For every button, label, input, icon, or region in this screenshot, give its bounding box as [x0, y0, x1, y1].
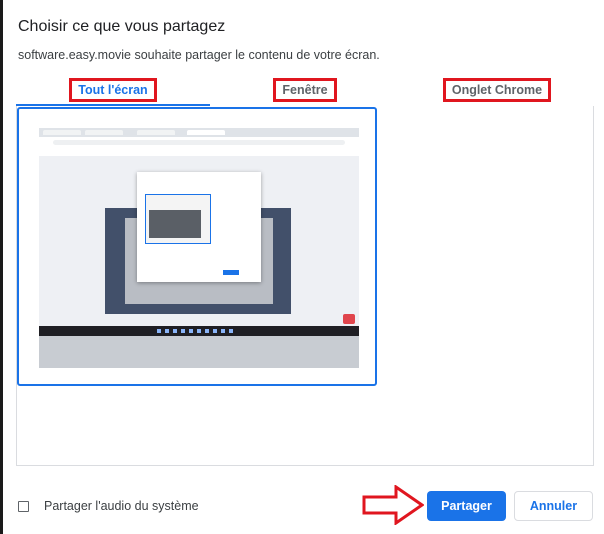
tab-window-label: Fenêtre — [273, 78, 337, 102]
red-arrow-icon — [362, 485, 424, 525]
share-audio-label: Partager l'audio du système — [44, 499, 199, 513]
entire-screen-option[interactable] — [17, 107, 377, 386]
share-button[interactable]: Partager — [427, 491, 506, 521]
window-edge — [0, 0, 3, 534]
share-tabs: Tout l'écran Fenêtre Onglet Chrome — [16, 78, 594, 105]
tab-entire-screen[interactable]: Tout l'écran — [16, 78, 210, 105]
tab-chrome-tab[interactable]: Onglet Chrome — [400, 78, 594, 105]
tab-entire-screen-label: Tout l'écran — [69, 78, 157, 102]
cancel-button[interactable]: Annuler — [514, 491, 593, 521]
tab-chrome-tab-label: Onglet Chrome — [442, 78, 552, 102]
screen-preview-thumbnail — [39, 128, 359, 368]
dialog-subtitle: software.easy.movie souhaite partager le… — [18, 48, 380, 62]
share-system-audio-row: Partager l'audio du système — [18, 497, 199, 515]
tab-window[interactable]: Fenêtre — [210, 78, 400, 105]
dialog-title: Choisir ce que vous partagez — [18, 18, 226, 35]
share-audio-checkbox[interactable] — [18, 500, 29, 512]
